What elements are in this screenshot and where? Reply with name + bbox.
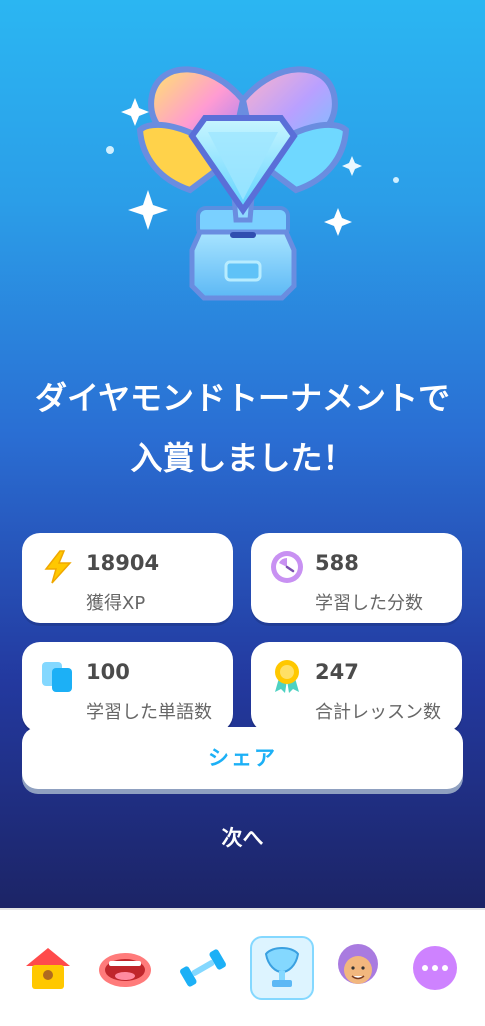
diamond-trophy-icon: [106, 66, 399, 301]
tab-leaderboard[interactable]: [250, 936, 314, 1000]
tab-more[interactable]: [405, 938, 465, 998]
tournament-result-screen: ダイヤモンドトーナメントで 入賞しました！ 18904 獲得XP 588 学習し…: [0, 0, 485, 908]
share-button[interactable]: シェア: [22, 727, 463, 789]
more-icon: [413, 946, 457, 990]
stat-value: 100: [86, 660, 130, 684]
stat-card-xp: 18904 獲得XP: [22, 533, 233, 623]
cards-icon: [42, 662, 72, 692]
stat-value: 588: [315, 551, 359, 575]
stat-card-lessons: 247 合計レッスン数: [251, 642, 462, 732]
stat-label: 学習した単語数: [86, 702, 212, 723]
tab-speaking[interactable]: [95, 938, 155, 998]
house-icon: [26, 948, 70, 989]
stat-card-minutes: 588 学習した分数: [251, 533, 462, 623]
mouth-icon: [99, 953, 151, 987]
tab-profile[interactable]: [328, 938, 388, 998]
medal-icon: [275, 660, 299, 693]
bottom-tab-bar: [0, 908, 485, 1026]
headline-line1: ダイヤモンドトーナメントで: [34, 379, 451, 417]
dumbbell-icon: [180, 949, 226, 987]
tab-practice[interactable]: [173, 938, 233, 998]
stat-label: 獲得XP: [86, 593, 146, 614]
stat-label: 合計レッスン数: [315, 702, 441, 723]
tab-home[interactable]: [18, 938, 78, 998]
headline-line2: 入賞しました！: [130, 439, 355, 477]
avatar-icon: [338, 944, 378, 984]
stat-value: 247: [315, 660, 359, 684]
lightning-icon: [44, 550, 72, 584]
stat-value: 18904: [86, 551, 160, 575]
next-button[interactable]: 次へ: [0, 822, 485, 852]
stat-label: 学習した分数: [315, 593, 423, 614]
trophy-icon: [264, 947, 300, 987]
stat-card-words: 100 学習した単語数: [22, 642, 233, 732]
clock-icon: [271, 551, 303, 583]
